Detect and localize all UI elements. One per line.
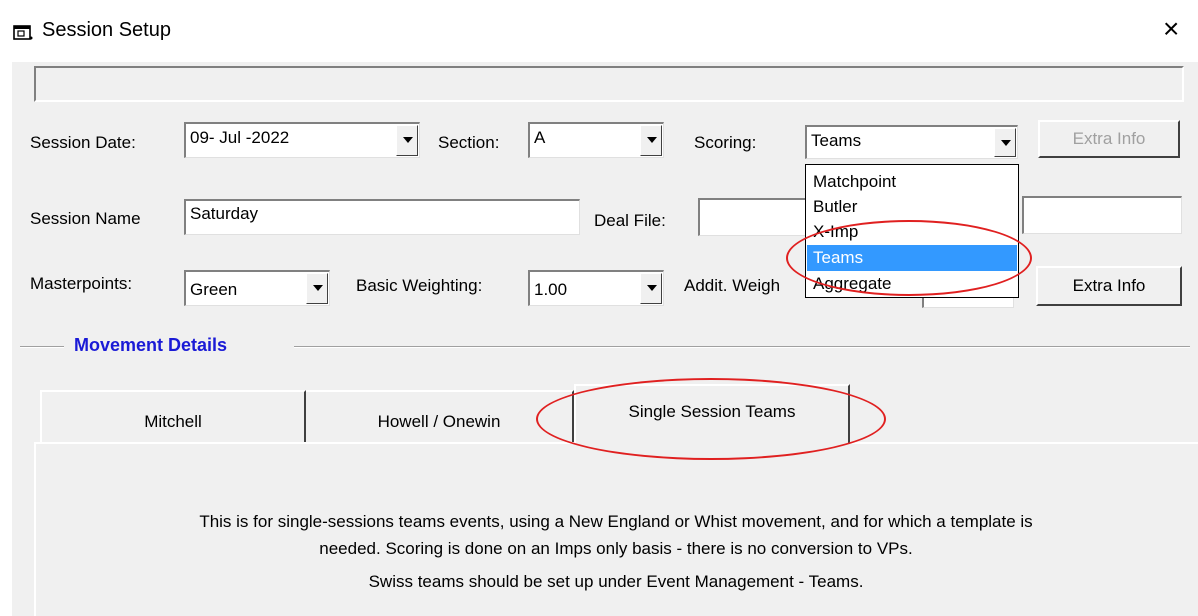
section-select[interactable]: A [528,122,664,158]
masterpoints-value: Green [190,280,238,299]
tab-mitchell-label: Mitchell [144,412,202,431]
session-setup-window: Session Setup × Session Date: 09- Jul -2… [0,0,1198,616]
extra-info-button-top[interactable]: Extra Info [1038,120,1180,158]
window-title: Session Setup [42,19,171,41]
close-icon[interactable]: × [1163,15,1179,43]
deal-file-label: Deal File: [594,211,666,230]
session-date-picker[interactable]: 09- Jul -2022 [184,122,420,158]
masterpoints-label: Masterpoints: [30,274,133,293]
scoring-option-aggregate[interactable]: Aggregate [807,271,1017,297]
scoring-value: Teams [811,131,862,150]
scoring-label: Scoring: [694,133,757,152]
session-date-value: 09- Jul -2022 [190,128,290,147]
group-divider-right [294,346,1190,348]
deal-file-input[interactable] [698,198,806,236]
description-line-3: Swiss teams should be set up under Event… [368,572,864,591]
group-divider-left [20,346,64,348]
scoring-dropdown-list: Matchpoint Butler X-Imp Teams Aggregate [805,164,1019,298]
scoring-option-ximp[interactable]: X-Imp [807,219,1017,245]
window-icon [13,25,33,40]
tab-howell-label: Howell / Onewin [377,412,501,431]
section-value: A [534,128,546,147]
session-name-label: Session Name [30,209,141,228]
extra-info-bottom-label: Extra Info [1072,276,1146,295]
scoring-option-teams[interactable]: Teams [807,245,1017,271]
tab-single-session-teams[interactable]: Single Session Teams [574,384,850,444]
chevron-down-icon[interactable] [640,125,662,156]
tab-mitchell[interactable]: Mitchell [40,390,306,446]
chevron-down-icon[interactable] [396,125,418,156]
tab-howell-onewin[interactable]: Howell / Onewin [306,390,574,446]
chevron-down-icon[interactable] [306,273,328,304]
masterpoints-select[interactable]: Green [184,270,330,306]
scoring-option-matchpoint[interactable]: Matchpoint [807,169,1017,195]
description-line-2: needed. Scoring is done on an Imps only … [319,539,913,558]
basic-weighting-value: 1.00 [534,280,568,299]
session-name-input[interactable]: Saturday [184,199,580,235]
status-bar [34,66,1184,102]
extra-info-button-bottom[interactable]: Extra Info [1036,266,1182,306]
description-line-1: This is for single-sessions teams events… [199,512,1033,531]
basic-weighting-label: Basic Weighting: [356,276,483,295]
extra-info-top-label: Extra Info [1072,129,1146,148]
scoring-option-butler[interactable]: Butler [807,194,1017,220]
title-bar: Session Setup × [0,0,1198,62]
chevron-down-icon[interactable] [994,128,1016,157]
addit-weighting-label: Addit. Weigh [684,276,781,295]
section-label: Section: [438,133,500,152]
tab-single-session-teams-label: Single Session Teams [628,402,796,421]
deal-file-browse-field[interactable] [1022,196,1182,234]
basic-weighting-select[interactable]: 1.00 [528,270,664,306]
scoring-select[interactable]: Teams [805,125,1018,159]
movement-details-title: Movement Details [74,335,228,355]
session-date-label: Session Date: [30,133,136,152]
chevron-down-icon[interactable] [640,273,662,304]
